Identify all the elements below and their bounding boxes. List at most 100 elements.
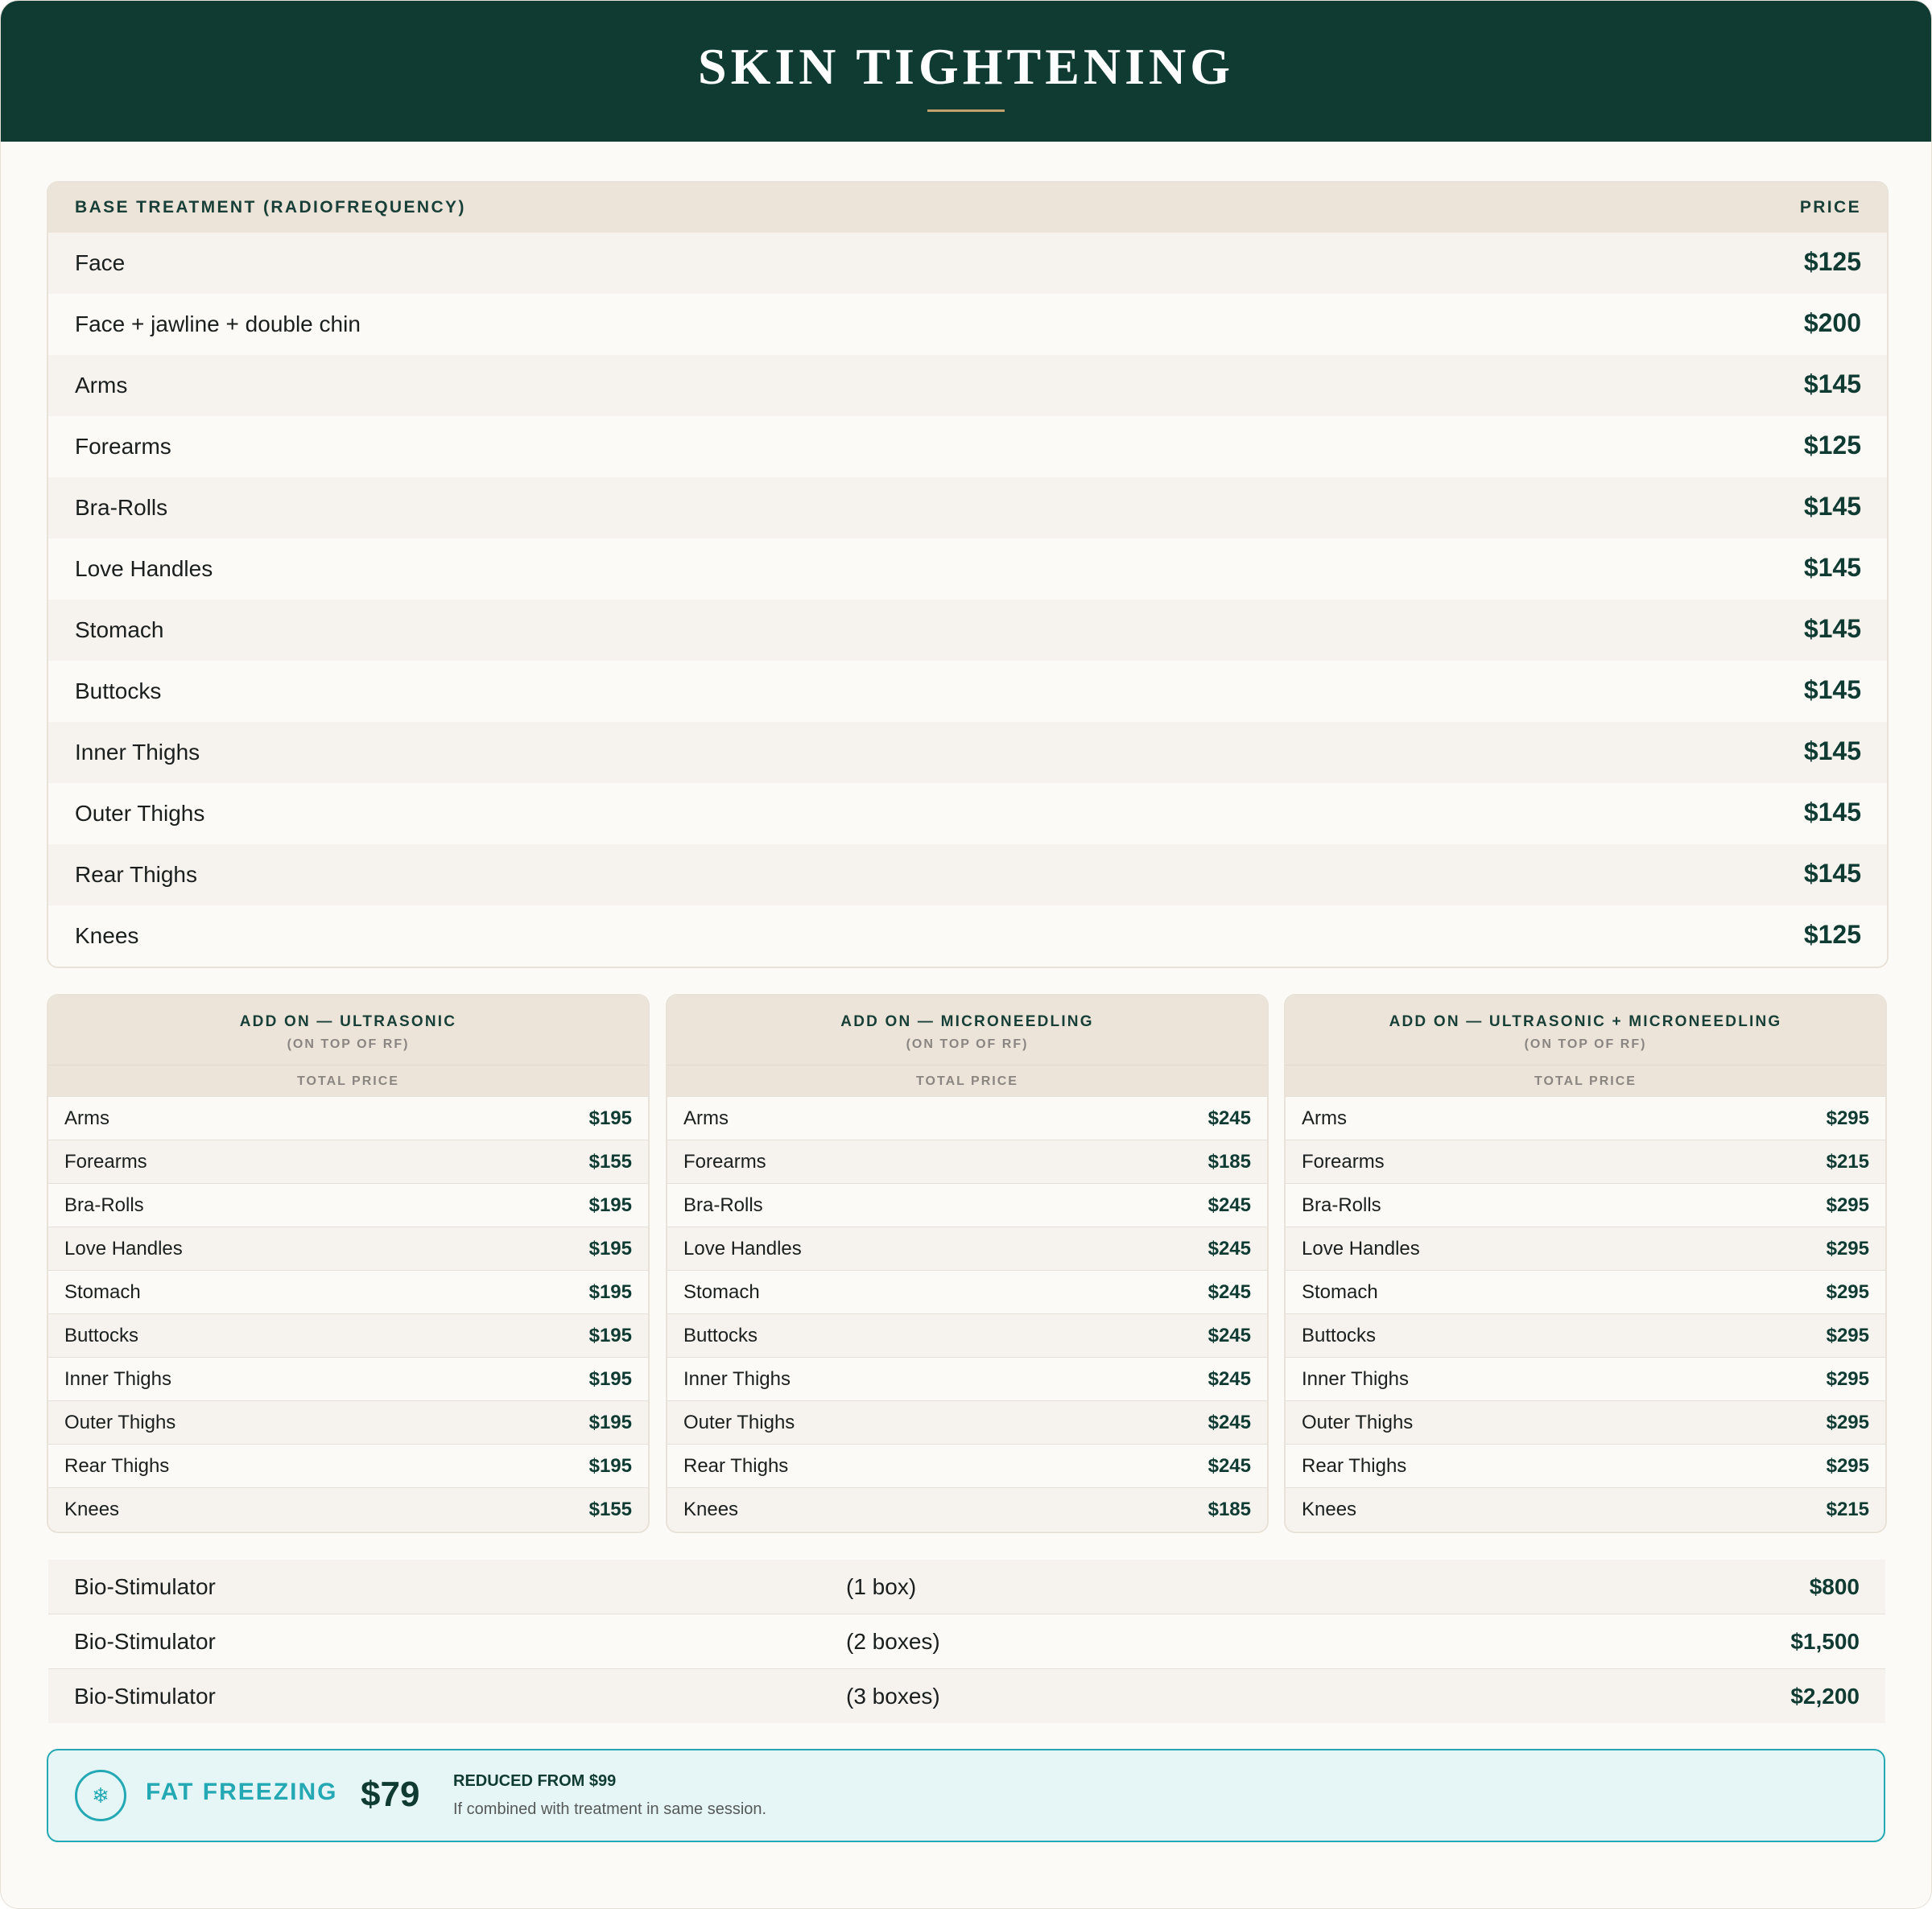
addon-area-price: $185 (1208, 1498, 1251, 1520)
addon-area-price: $245 (1208, 1237, 1251, 1260)
bio-stimulator-name: Bio-Stimulator (74, 1683, 216, 1709)
addon-row: Rear Thighs $245 (667, 1444, 1267, 1487)
addon-column-label: TOTAL PRICE (1286, 1065, 1885, 1097)
addon-area-name: Buttocks (64, 1324, 139, 1346)
addon-row: Arms $295 (1286, 1096, 1885, 1140)
table-row: Stomach $145 (48, 600, 1887, 661)
addon-row: Stomach $195 (48, 1270, 648, 1313)
addon-area-name: Bra-Rolls (64, 1194, 144, 1216)
addon-area-price: $295 (1826, 1194, 1869, 1216)
bio-stimulator-quantity: (3 boxes) (846, 1683, 940, 1709)
addon-area-price: $295 (1826, 1367, 1869, 1390)
bio-stimulator-price: $1,500 (1790, 1628, 1860, 1654)
table-row: Buttocks $145 (48, 661, 1887, 722)
addon-row: Outer Thighs $245 (667, 1400, 1267, 1444)
addon-area-price: $195 (588, 1194, 632, 1216)
treatment-price: $145 (1803, 369, 1861, 398)
addon-row: Love Handles $245 (667, 1227, 1267, 1270)
addon-subtitle: (ON TOP OF RF) (287, 1037, 410, 1051)
addon-area-name: Arms (1302, 1107, 1347, 1129)
addon-row: Knees $155 (48, 1487, 648, 1531)
table-row: Face $125 (48, 233, 1887, 294)
addon-area-name: Stomach (1302, 1280, 1378, 1303)
addon-column-label: TOTAL PRICE (667, 1065, 1267, 1097)
addon-area-price: $195 (588, 1324, 632, 1346)
addon-area-price: $195 (588, 1411, 632, 1433)
addon-area-name: Rear Thighs (64, 1454, 170, 1477)
addon-area-price: $245 (1208, 1411, 1251, 1433)
addon-area-price: $245 (1208, 1107, 1251, 1129)
bio-stimulator-name: Bio-Stimulator (74, 1573, 216, 1599)
bio-stimulator-quantity: (1 box) (846, 1573, 917, 1599)
bio-stimulator-name: Bio-Stimulator (74, 1628, 216, 1654)
treatment-name: Outer Thighs (75, 801, 205, 826)
column-header-treatment: BASE TREATMENT (RADIOFREQUENCY) (75, 198, 466, 216)
addon-title: ADD ON — ULTRASONIC + MICRONEEDLING (1389, 1013, 1782, 1030)
addon-area-name: Forearms (683, 1150, 766, 1173)
addon-row: Buttocks $195 (48, 1313, 648, 1357)
addon-area-name: Forearms (64, 1150, 147, 1173)
addon-area-name: Bra-Rolls (683, 1194, 763, 1216)
addon-row: Arms $195 (48, 1096, 648, 1140)
addon-area-name: Stomach (683, 1280, 760, 1303)
addon-area-price: $195 (588, 1107, 632, 1129)
addon-row: Buttocks $295 (1286, 1313, 1885, 1357)
treatment-price: $145 (1803, 797, 1861, 827)
fat-freezing-promo: ❄ FAT FREEZING $79 REDUCED FROM $99 If c… (47, 1749, 1885, 1842)
treatment-price: $145 (1803, 736, 1861, 765)
addon-row: Love Handles $195 (48, 1227, 648, 1270)
addon-row: Forearms $155 (48, 1140, 648, 1183)
addon-area-name: Outer Thighs (64, 1411, 176, 1433)
addon-row: Bra-Rolls $245 (667, 1183, 1267, 1227)
addon-row: Knees $185 (667, 1487, 1267, 1531)
addon-area-price: $195 (588, 1237, 632, 1260)
base-treatment-table: BASE TREATMENT (RADIOFREQUENCY) PRICE Fa… (47, 181, 1889, 968)
addon-area-name: Forearms (1302, 1150, 1385, 1173)
addon-area-price: $295 (1826, 1411, 1869, 1433)
addon-panel-header: ADD ON — ULTRASONIC (ON TOP OF RF) TOTAL P… (48, 996, 648, 1096)
addon-area-name: Rear Thighs (683, 1454, 789, 1477)
page-title: SKIN TIGHTENING (698, 38, 1234, 95)
table-row: Inner Thighs $145 (48, 722, 1887, 783)
addon-area-price: $195 (588, 1367, 632, 1390)
table-row: Knees $125 (48, 905, 1887, 967)
addon-area-name: Rear Thighs (1302, 1454, 1407, 1477)
addon-row: Knees $215 (1286, 1487, 1885, 1531)
promo-title: FAT FREEZING (146, 1779, 338, 1805)
price-list-page: SKIN TIGHTENING BASE TREATMENT (RADIOFRE… (1, 1, 1931, 1908)
bio-stimulator-quantity: (2 boxes) (846, 1628, 940, 1654)
treatment-price: $145 (1803, 613, 1861, 643)
addon-subtitle: (ON TOP OF RF) (906, 1037, 1029, 1051)
treatment-price: $125 (1803, 919, 1861, 949)
addon-row: Outer Thighs $295 (1286, 1400, 1885, 1444)
addon-area-price: $155 (588, 1498, 632, 1520)
addon-area-price: $245 (1208, 1454, 1251, 1477)
treatment-price: $125 (1803, 246, 1861, 276)
addon-area-name: Outer Thighs (683, 1411, 795, 1433)
addon-panel-header: ADD ON — MICRONEEDLING (ON TOP OF RF) TOTA… (667, 996, 1267, 1096)
treatment-name: Stomach (75, 617, 164, 642)
addon-area-name: Love Handles (1302, 1237, 1420, 1260)
table-row: Forearms $125 (48, 416, 1887, 477)
treatment-price: $145 (1803, 858, 1861, 888)
addon-row: Forearms $185 (667, 1140, 1267, 1183)
addon-area-name: Knees (1302, 1498, 1357, 1520)
table-row: Arms $145 (48, 355, 1887, 416)
addon-row: Inner Thighs $295 (1286, 1357, 1885, 1400)
addon-area-name: Love Handles (683, 1237, 802, 1260)
treatment-name: Bra-Rolls (75, 495, 168, 520)
treatment-price: $200 (1803, 307, 1861, 337)
addon-row: Inner Thighs $245 (667, 1357, 1267, 1400)
addon-area-price: $195 (588, 1280, 632, 1303)
treatment-name: Arms (75, 373, 128, 398)
addon-area-price: $195 (588, 1454, 632, 1477)
addon-row: Stomach $295 (1286, 1270, 1885, 1313)
snowflake-icon: ❄ (75, 1770, 126, 1821)
promo-condition: If combined with treatment in same sessi… (453, 1800, 767, 1818)
treatment-price: $145 (1803, 552, 1861, 582)
addon-title: ADD ON — MICRONEEDLING (840, 1013, 1094, 1030)
addon-row: Love Handles $295 (1286, 1227, 1885, 1270)
addon-area-name: Inner Thighs (683, 1367, 791, 1390)
addon-row: Stomach $245 (667, 1270, 1267, 1313)
addon-area-price: $155 (588, 1150, 632, 1173)
